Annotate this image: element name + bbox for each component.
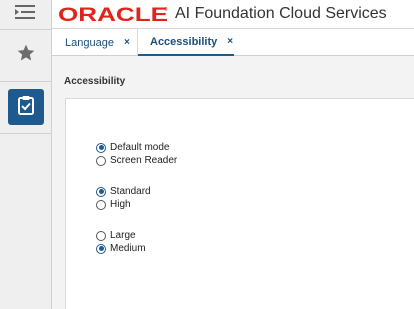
main-content: Accessibility Default mode Screen Reader… <box>52 56 414 309</box>
svg-text:®: ® <box>164 6 168 13</box>
tab-accessibility[interactable]: Accessibility × <box>138 29 234 56</box>
font-size-group: Large Medium <box>96 229 146 255</box>
radio-option-high[interactable]: High <box>96 198 151 211</box>
rail-divider <box>0 133 52 134</box>
radio-label: High <box>110 199 131 210</box>
radio-label: Large <box>110 230 136 241</box>
star-icon <box>16 43 36 68</box>
oracle-logo[interactable]: ORACLE ® <box>58 4 170 24</box>
tasks-clipboard-icon <box>17 95 35 120</box>
radio-option-medium[interactable]: Medium <box>96 242 146 255</box>
radio-button[interactable] <box>96 230 106 241</box>
radio-label: Default mode <box>110 142 170 153</box>
tasks-button[interactable] <box>8 89 44 125</box>
radio-button[interactable] <box>96 199 106 210</box>
close-tab-icon[interactable]: × <box>124 37 130 48</box>
tab-label: Language <box>65 36 114 49</box>
app-header: ORACLE ® AI Foundation Cloud Services <box>52 0 414 29</box>
radio-option-large[interactable]: Large <box>96 229 146 242</box>
radio-option-default-mode[interactable]: Default mode <box>96 141 177 154</box>
menu-toggle-button[interactable] <box>0 0 52 29</box>
tab-bar: Language × Accessibility × <box>52 29 414 56</box>
radio-option-screen-reader[interactable]: Screen Reader <box>96 154 177 167</box>
svg-text:ORACLE: ORACLE <box>58 5 168 24</box>
settings-panel: Default mode Screen Reader Standard High… <box>65 98 414 309</box>
radio-label: Standard <box>110 186 151 197</box>
radio-button[interactable] <box>96 155 106 166</box>
favorites-button[interactable] <box>0 37 52 73</box>
tab-label: Accessibility <box>150 35 218 48</box>
radio-button[interactable] <box>96 142 106 153</box>
rail-divider <box>0 29 52 30</box>
radio-option-standard[interactable]: Standard <box>96 185 151 198</box>
contrast-group: Standard High <box>96 185 151 211</box>
radio-label: Screen Reader <box>110 155 178 166</box>
page-title: Accessibility <box>64 76 126 87</box>
left-nav-rail <box>0 0 52 309</box>
display-mode-group: Default mode Screen Reader <box>96 141 177 167</box>
menu-icon <box>15 4 37 25</box>
tab-language[interactable]: Language × <box>65 29 130 56</box>
oracle-logo-graphic: ORACLE ® <box>58 5 168 24</box>
rail-divider <box>0 81 52 82</box>
radio-label: Medium <box>110 243 146 254</box>
radio-button[interactable] <box>96 186 106 197</box>
app-title: AI Foundation Cloud Services <box>175 5 387 22</box>
close-tab-icon[interactable]: × <box>227 36 233 47</box>
radio-button[interactable] <box>96 243 106 254</box>
